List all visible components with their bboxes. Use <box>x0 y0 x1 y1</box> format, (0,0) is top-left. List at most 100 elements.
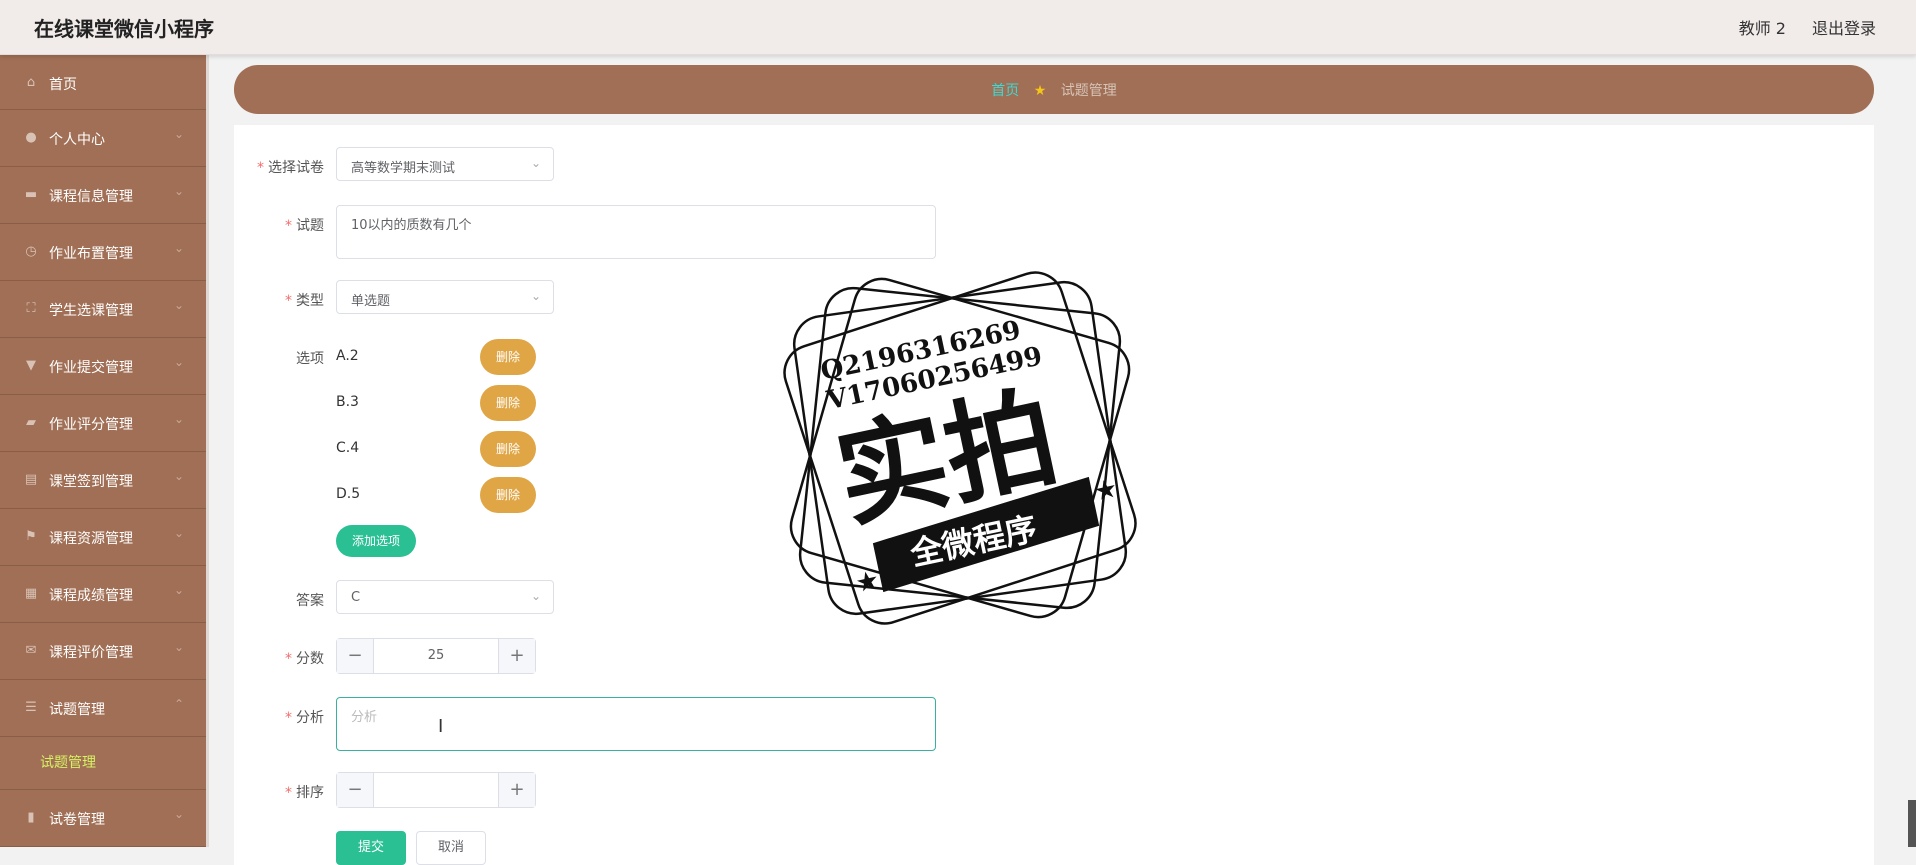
select-icon: ⛶ <box>26 301 36 316</box>
sidebar-item-label: 课程资源管理 <box>49 531 133 547</box>
sidebar-item-course-info[interactable]: ▬ 课程信息管理 ⌄ <box>0 167 206 224</box>
increment-button[interactable]: + <box>498 639 535 673</box>
logout-link[interactable]: 退出登录 <box>1812 15 1876 39</box>
sidebar-item-homework-score[interactable]: ▰ 作业评分管理 ⌄ <box>0 395 206 452</box>
add-option-button[interactable]: 添加选项 <box>336 525 416 557</box>
score-value[interactable]: 25 <box>373 639 499 673</box>
score-stepper[interactable]: − 25 + <box>336 638 536 674</box>
sidebar-item-label: 课程评价管理 <box>49 645 133 661</box>
delete-option-button[interactable]: 删除 <box>480 385 536 421</box>
options-label: 选项 <box>296 351 324 367</box>
sidebar-item-label: 个人中心 <box>49 132 105 148</box>
sidebar-item-label: 试题管理 <box>49 702 105 718</box>
sidebar-item-label: 作业评分管理 <box>49 417 133 433</box>
score-label: * 分数 <box>285 651 324 667</box>
chevron-down-icon: ⌄ <box>173 412 184 426</box>
current-user: 教师 2 <box>1738 19 1786 38</box>
question-textarea-value: 10以内的质数有几个 <box>351 218 472 233</box>
chevron-down-icon: ⌄ <box>530 289 541 303</box>
type-select[interactable]: 单选题 ⌄ <box>336 280 554 314</box>
cancel-button[interactable]: 取消 <box>416 831 486 865</box>
order-stepper[interactable]: − + <box>336 772 536 808</box>
chevron-down-icon: ⌄ <box>173 583 184 597</box>
text-cursor-icon: I <box>438 716 444 737</box>
sidebar-item-course-resource[interactable]: ⚑ 课程资源管理 ⌄ <box>0 509 206 566</box>
paper-select[interactable]: 高等数学期末测试 ⌄ <box>336 147 554 181</box>
home-icon: ⌂ <box>26 75 36 90</box>
question-label-text: 试题 <box>296 218 324 234</box>
chevron-down-icon: ⌄ <box>173 469 184 483</box>
delete-option-button[interactable]: 删除 <box>480 339 536 375</box>
clock-icon: ◷ <box>25 244 37 259</box>
mail-icon: ✉ <box>25 643 37 658</box>
sidebar-item-course-selection[interactable]: ⛶ 学生选课管理 ⌄ <box>0 281 206 338</box>
submit-button[interactable]: 提交 <box>336 831 406 865</box>
sidebar-item-label: 学生选课管理 <box>49 303 133 319</box>
scrollbar-thumb[interactable] <box>1908 800 1916 847</box>
sidebar-subitem-label: 试题管理 <box>40 755 96 771</box>
option-text: D.5 <box>336 486 361 502</box>
sidebar-item-label: 作业布置管理 <box>49 246 133 262</box>
answer-select[interactable]: C ⌄ <box>336 580 554 614</box>
chevron-down-icon: ⌄ <box>530 156 541 170</box>
chevron-down-icon: ⌄ <box>173 526 184 540</box>
signin-icon: ▤ <box>24 472 38 487</box>
decrement-button[interactable]: − <box>337 639 374 673</box>
analysis-placeholder: 分析 <box>351 710 378 725</box>
chart-icon: ▮ <box>27 810 35 825</box>
star-icon: ★ <box>1033 83 1047 99</box>
sidebar-item-course-grade[interactable]: ▦ 课程成绩管理 ⌄ <box>0 566 206 623</box>
question-label: * 试题 <box>285 218 324 234</box>
sidebar-item-personal-center[interactable]: ● 个人中心 ⌄ <box>0 110 206 167</box>
chevron-down-icon: ⌄ <box>173 241 184 255</box>
option-text: A.2 <box>336 348 359 364</box>
chevron-down-icon: ⌄ <box>173 640 184 654</box>
answer-label: 答案 <box>296 593 324 609</box>
chevron-down-icon: ⌄ <box>173 127 184 141</box>
sidebar-item-course-review[interactable]: ✉ 课程评价管理 ⌄ <box>0 623 206 680</box>
chevron-down-icon: ⌄ <box>173 807 184 821</box>
sidebar-item-label: 首页 <box>49 77 77 93</box>
score-icon: ▰ <box>26 415 36 430</box>
course-icon: ▬ <box>24 187 38 202</box>
order-label-text: 排序 <box>296 785 324 801</box>
flag-icon: ⚑ <box>25 529 37 544</box>
sidebar-subitem-question-management[interactable]: 试题管理 <box>0 737 206 790</box>
sidebar-item-question-management[interactable]: ☰ 试题管理 ⌃ <box>0 680 206 737</box>
top-bar: 在线课堂微信小程序 教师 2 退出登录 <box>0 0 1916 55</box>
chevron-down-icon: ⌄ <box>173 184 184 198</box>
sidebar-item-class-signin[interactable]: ▤ 课堂签到管理 ⌄ <box>0 452 206 509</box>
sidebar-item-label: 试卷管理 <box>49 812 105 828</box>
paper-select-value: 高等数学期末测试 <box>351 161 456 176</box>
star-icon: ★ <box>853 565 882 599</box>
sidebar-item-homework-assign[interactable]: ◷ 作业布置管理 ⌄ <box>0 224 206 281</box>
breadcrumb-home-link[interactable]: 首页 <box>991 83 1019 99</box>
breadcrumb: 首页 ★ 试题管理 <box>234 65 1874 114</box>
chevron-down-icon: ⌄ <box>530 589 541 603</box>
decrement-button[interactable]: − <box>337 773 374 807</box>
sidebar-item-label: 课程成绩管理 <box>49 588 133 604</box>
chevron-down-icon: ⌄ <box>173 298 184 312</box>
sidebar: ⌂ 首页 ● 个人中心 ⌄ ▬ 课程信息管理 ⌄ ◷ 作业布置管理 ⌄ ⛶ 学生… <box>0 55 209 847</box>
increment-button[interactable]: + <box>498 773 535 807</box>
app-title: 在线课堂微信小程序 <box>34 17 214 41</box>
type-label-text: 类型 <box>296 293 324 309</box>
sidebar-item-home[interactable]: ⌂ 首页 <box>0 55 206 110</box>
breadcrumb-current: 试题管理 <box>1060 83 1117 99</box>
sidebar-item-label: 作业提交管理 <box>49 360 133 376</box>
delete-option-button[interactable]: 删除 <box>480 477 536 513</box>
option-text: C.4 <box>336 440 360 456</box>
user-icon: ● <box>25 130 37 145</box>
option-text: B.3 <box>336 394 359 410</box>
chevron-up-icon: ⌃ <box>173 697 184 711</box>
analysis-label-text: 分析 <box>296 710 324 726</box>
sidebar-item-paper-management[interactable]: ▮ 试卷管理 ⌄ <box>0 790 206 847</box>
analysis-textarea[interactable]: 分析 <box>336 697 936 751</box>
type-select-value: 单选题 <box>351 294 391 309</box>
order-value[interactable] <box>373 773 499 807</box>
sidebar-item-homework-submit[interactable]: ▼ 作业提交管理 ⌄ <box>0 338 206 395</box>
analysis-label: * 分析 <box>285 710 324 726</box>
score-label-text: 分数 <box>296 651 324 667</box>
chevron-down-icon: ⌄ <box>173 355 184 369</box>
delete-option-button[interactable]: 删除 <box>480 431 536 467</box>
